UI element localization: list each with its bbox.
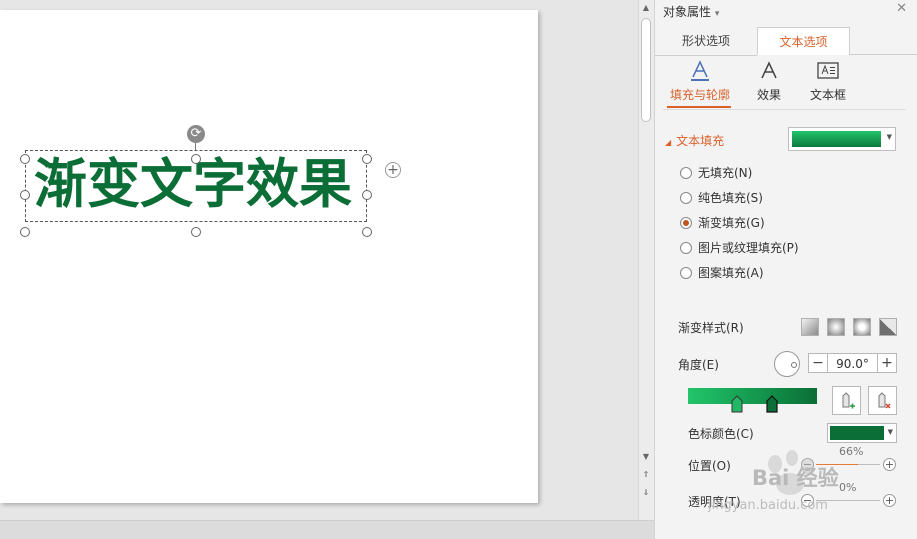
close-icon[interactable]: ✕ — [896, 1, 907, 16]
text-fill-icon — [691, 60, 709, 81]
radio-button[interactable] — [680, 191, 692, 204]
gradient-stop-marker-selected[interactable] — [766, 395, 778, 413]
fill-color-dropdown[interactable]: ▼ — [788, 127, 896, 151]
remove-gradient-stop-button[interactable] — [868, 386, 897, 415]
wordart-text[interactable]: 渐变文字效果 — [34, 156, 352, 214]
scroll-down-arrow-icon[interactable]: ▼ — [639, 452, 653, 461]
section-text-fill-label: 文本填充 — [676, 134, 725, 148]
gradient-style-rectangular-button[interactable] — [853, 318, 871, 336]
radio-gradient-fill-label: 渐变填充(G) — [698, 216, 765, 230]
radio-picture-texture-fill[interactable]: 图片或纹理填充(P) — [680, 239, 799, 257]
tab-divider — [850, 54, 917, 55]
tab-text-options[interactable]: 文本选项 — [757, 27, 850, 55]
watermark-url: jingyan.baidu.com — [708, 498, 828, 513]
subtab-textbox-label: 文本框 — [809, 88, 846, 102]
resize-handle-bottom[interactable] — [191, 227, 201, 237]
subtab-effects[interactable]: 效果 — [747, 60, 791, 103]
tab-shape-options[interactable]: 形状选项 — [655, 27, 757, 56]
subtab-fill-outline-label: 填充与轮廓 — [669, 88, 730, 102]
fill-color-swatch — [792, 131, 881, 147]
radio-pattern-fill[interactable]: 图案填充(A) — [680, 264, 764, 282]
add-stop-icon — [842, 392, 855, 409]
chevron-down-icon: ▼ — [886, 133, 892, 141]
pane-title-caret-icon: ▾ — [714, 9, 720, 19]
radio-pattern-fill-label: 图案填充(A) — [698, 266, 764, 280]
remove-stop-icon — [878, 392, 891, 409]
horizontal-scrollbar[interactable] — [0, 520, 654, 539]
radio-gradient-fill[interactable]: 渐变填充(G) — [680, 214, 765, 232]
resize-handle-top-right[interactable] — [362, 154, 372, 164]
position-increase-button[interactable]: + — [883, 458, 896, 471]
angle-decrease-button[interactable]: − — [808, 353, 828, 373]
slide-canvas[interactable] — [0, 10, 538, 503]
gradient-style-label: 渐变样式(R) — [678, 321, 744, 335]
radio-button[interactable] — [680, 241, 692, 254]
slide-workspace: ⟳ 渐变文字效果 + — [0, 0, 638, 520]
watermark-text: Bai 经验 — [752, 466, 839, 490]
angle-dial-knob[interactable] — [791, 362, 797, 368]
marker-color-swatch — [830, 426, 884, 440]
radio-no-fill-label: 无填充(N) — [698, 166, 753, 180]
gradient-style-linear-button[interactable] — [801, 318, 819, 336]
vertical-scrollbar[interactable]: ▲ ▼ ⇑ ⇓ — [638, 0, 654, 520]
resize-handle-left[interactable] — [20, 190, 30, 200]
resize-handle-bottom-right[interactable] — [362, 227, 372, 237]
resize-handle-top-left[interactable] — [20, 154, 30, 164]
pane-title[interactable]: 对象属性 ▾ — [663, 3, 719, 20]
previous-slide-icon[interactable]: ⇑ — [639, 470, 653, 479]
collapse-triangle-icon: ◢ — [665, 138, 672, 147]
subtab-effects-label: 效果 — [756, 88, 781, 102]
radio-button[interactable] — [680, 166, 692, 179]
section-text-fill-header[interactable]: ◢ 文本填充 — [665, 132, 724, 149]
angle-label: 角度(E) — [678, 358, 719, 372]
transparency-increase-button[interactable]: + — [883, 494, 896, 507]
angle-increase-button[interactable]: + — [877, 353, 897, 373]
active-subtab-underline — [667, 106, 731, 108]
gradient-style-path-button[interactable] — [879, 318, 897, 336]
next-slide-icon[interactable]: ⇓ — [639, 488, 653, 497]
textbox-icon — [817, 62, 839, 79]
text-effect-icon — [761, 61, 777, 79]
radio-button[interactable] — [680, 266, 692, 279]
radio-button-selected[interactable] — [680, 216, 692, 229]
gradient-stop-marker[interactable] — [731, 395, 743, 413]
quick-add-button[interactable]: + — [385, 162, 401, 178]
pane-title-label: 对象属性 — [663, 5, 712, 19]
rotate-handle[interactable]: ⟳ — [187, 125, 205, 143]
resize-handle-top[interactable] — [191, 154, 201, 164]
scrollbar-thumb[interactable] — [641, 18, 651, 122]
angle-input[interactable]: 90.0° — [828, 353, 877, 373]
scroll-up-arrow-icon[interactable]: ▲ — [639, 3, 653, 12]
subtab-fill-outline[interactable]: 填充与轮廓 — [665, 60, 735, 103]
radio-no-fill[interactable]: 无填充(N) — [680, 164, 752, 182]
gradient-preview-bar[interactable] — [688, 388, 817, 404]
radio-solid-fill-label: 纯色填充(S) — [698, 191, 763, 205]
resize-handle-bottom-left[interactable] — [20, 227, 30, 237]
radio-picture-texture-fill-label: 图片或纹理填充(P) — [698, 241, 799, 255]
resize-handle-right[interactable] — [362, 190, 372, 200]
subtab-textbox[interactable]: 文本框 — [803, 60, 853, 103]
gradient-style-radial-button[interactable] — [827, 318, 845, 336]
add-gradient-stop-button[interactable] — [832, 386, 861, 415]
radio-solid-fill[interactable]: 纯色填充(S) — [680, 189, 763, 207]
angle-dial[interactable] — [774, 351, 800, 377]
chevron-down-icon: ▼ — [887, 428, 893, 436]
subtab-divider — [663, 109, 906, 110]
